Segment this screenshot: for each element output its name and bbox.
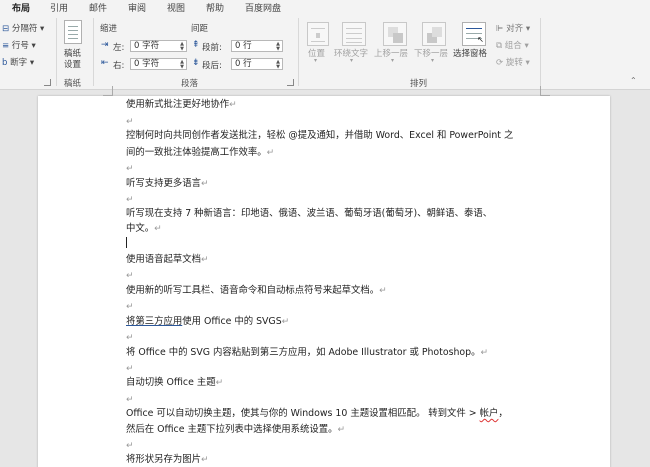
spacing-after-input[interactable]: 0 行 ▲ ▼ [231,58,283,70]
tab-review[interactable]: 审阅 [128,1,146,14]
spacing-header: 间距 [191,24,209,34]
arrange-group-label: 排列 [410,79,428,89]
selection-pane-icon[interactable]: ↖ [462,22,486,46]
spacing-before-icon: ⇞ [192,40,200,50]
tab-help[interactable]: 帮助 [206,1,224,14]
align-icon: ⊫ [496,24,504,34]
doc-heading: 使用新式批注更好地协作↵ [126,99,237,110]
tab-view[interactable]: 视图 [167,1,185,14]
doc-paragraph: Office 可以自动切换主题，使其与你的 Windows 10 主题设置相匹配… [126,408,508,419]
rotate-button[interactable]: ⟳ 旋转 ▾ [496,56,530,68]
tab-references[interactable]: 引用 [50,1,68,14]
indent-left-icon: ⇥ [101,40,109,50]
indent-header: 缩进 [100,24,118,34]
paragraph-mark: ↵ [126,333,134,343]
group-separator [298,18,299,86]
doc-heading: 听写支持更多语言↵ [126,178,209,189]
paragraph-group-label: 段落 [181,79,199,89]
position-icon[interactable] [307,22,329,46]
underlined-text: 将第三方应用 [126,316,183,327]
paragraph-mark: ↵ [126,302,134,312]
breaks-button[interactable]: ⊟ 分隔符 ▾ [2,22,44,34]
send-backward-dropdown-icon: ▾ [431,57,435,64]
ribbon-tab-bar: 布局 引用 邮件 审阅 视图 帮助 百度网盘 [0,0,650,17]
selection-pane-button[interactable]: 选择窗格 [453,47,487,59]
rotate-icon: ⟳ [496,58,504,68]
indent-right-label: 右: [113,61,125,71]
group-objects-icon: ⧉ [496,41,503,51]
margin-corner-top-right [540,86,550,96]
spacing-after-icon: ⇟ [192,58,200,68]
group-separator [93,18,94,86]
doc-paragraph: 使用新的听写工具栏、语音命令和自动标点符号来起草文档。↵ [126,285,387,296]
tab-mailings[interactable]: 邮件 [89,1,107,14]
indent-left-label: 左: [113,43,125,53]
doc-paragraph: 将 Office 中的 SVG 内容粘贴到第三方应用，如 Adobe Illus… [126,347,489,358]
text-cursor [126,237,127,248]
doc-paragraph: 间的一致批注体验提高工作效率。↵ [126,147,275,158]
bring-forward-icon[interactable] [383,22,407,46]
doc-heading: 使用语音起草文档↵ [126,254,209,265]
group-separator [56,18,57,86]
doc-heading: 将第三方应用使用 Office 中的 SVGS↵ [126,316,290,327]
paragraph-mark: ↵ [126,441,134,451]
paragraph-mark: ↵ [126,117,134,127]
tab-baidu-netdisk[interactable]: 百度网盘 [245,1,281,14]
doc-paragraph: 中文。↵ [126,223,162,234]
paragraph-launcher[interactable] [287,79,294,86]
indent-left-input[interactable]: 0 字符 ▲ ▼ [130,40,187,52]
spellcheck-word[interactable]: 帐户 [480,408,499,419]
doc-paragraph: 听写现在支持 7 种新语言：印地语、俄语、波兰语、葡萄牙语(葡萄牙)、朝鲜语、泰… [126,208,493,219]
spacing-before-label: 段前: [202,43,222,53]
wrap-text-dropdown-icon: ▾ [350,57,354,64]
indent-right-input[interactable]: 0 字符 ▲ ▼ [130,58,187,70]
doc-heading: 自动切换 Office 主题↵ [126,377,224,388]
spacing-before-input[interactable]: 0 行 ▲ ▼ [231,40,283,52]
paragraph-mark: ↵ [126,395,134,405]
bring-forward-dropdown-icon: ▾ [391,57,395,64]
paragraph-mark: ↵ [126,164,134,174]
group-separator [540,18,541,86]
send-backward-icon[interactable] [422,22,446,46]
spinner-arrows-icon[interactable]: ▲ ▼ [180,42,184,52]
breaks-icon: ⊟ [2,24,10,34]
manuscript-icon[interactable] [64,20,82,44]
wrap-text-icon[interactable] [342,22,366,46]
position-dropdown-icon: ▾ [314,57,318,64]
tab-layout[interactable]: 布局 [12,1,31,17]
page-setup-launcher[interactable] [44,79,51,86]
paragraph-mark: ↵ [126,271,134,281]
line-numbers-button[interactable]: ≡ 行号 ▾ [2,39,36,51]
collapse-ribbon-icon[interactable]: ⌃ [630,76,637,85]
spinner-arrows-icon[interactable]: ▲ ▼ [276,42,280,52]
align-button[interactable]: ⊫ 对齐 ▾ [496,22,530,34]
paragraph-mark: ↵ [126,364,134,374]
manuscript-button-label-2[interactable]: 设置 [64,58,81,70]
indent-right-icon: ⇤ [101,58,109,68]
doc-paragraph: 控制何时向共同创作者发送批注，轻松 @提及通知，并借助 Word、Excel 和… [126,130,514,141]
spinner-arrows-icon[interactable]: ▲ ▼ [180,60,184,70]
ribbon: ⊟ 分隔符 ▾ ≡ 行号 ▾ b 断字 ▾ 稿纸 设置 稿纸 缩进 间距 ⇥ 左… [0,14,650,90]
spinner-arrows-icon[interactable]: ▲ ▼ [276,60,280,70]
group-objects-button[interactable]: ⧉ 组合 ▾ [496,39,529,51]
doc-heading: 将形状另存为图片↵ [126,454,209,465]
doc-paragraph: 然后在 Office 主题下拉列表中选择使用系统设置。↵ [126,424,345,435]
paragraph-mark: ↵ [126,195,134,205]
margin-corner-top-left [103,86,113,96]
manuscript-group-label: 稿纸 [64,79,82,89]
hyphenation-icon: b [2,58,8,68]
line-numbers-icon: ≡ [2,41,10,51]
spacing-after-label: 段后: [202,61,222,71]
hyphenation-button[interactable]: b 断字 ▾ [2,56,34,68]
